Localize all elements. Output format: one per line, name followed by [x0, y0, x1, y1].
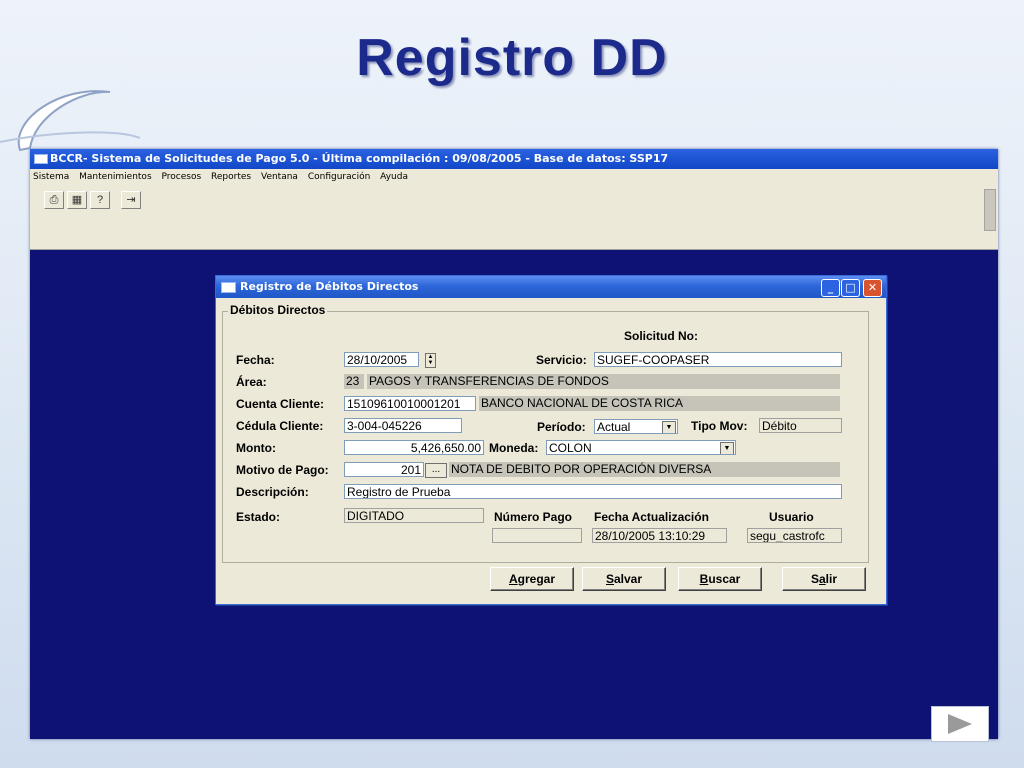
- servicio-label: Servicio:: [536, 353, 587, 367]
- area-name: PAGOS Y TRANSFERENCIAS DE FONDOS: [367, 374, 840, 389]
- cedula-label: Cédula Cliente:: [236, 419, 324, 433]
- printer-icon[interactable]: ⎙: [44, 191, 64, 209]
- numero-pago-field: [492, 528, 582, 543]
- fecha-field[interactable]: 28/10/2005: [344, 352, 419, 367]
- app-window: BCCR- Sistema de Solicitudes de Pago 5.0…: [30, 149, 998, 739]
- dialog-title: Registro de Débitos Directos: [240, 280, 419, 293]
- menu-mantenimientos[interactable]: Mantenimientos: [79, 172, 152, 182]
- app-titlebar: BCCR- Sistema de Solicitudes de Pago 5.0…: [30, 149, 998, 169]
- menubar: Sistema Mantenimientos Procesos Reportes…: [30, 169, 998, 185]
- toolbar: ⎙ ▦ ? ⇥: [30, 185, 998, 250]
- window-icon: [221, 282, 236, 293]
- motivo-label: Motivo de Pago:: [236, 463, 329, 477]
- chevron-down-icon[interactable]: ▼: [720, 442, 734, 454]
- menu-configuracion[interactable]: Configuración: [308, 172, 370, 182]
- area-label: Área:: [236, 375, 267, 389]
- close-icon[interactable]: ✕: [863, 279, 882, 297]
- moneda-label: Moneda:: [489, 441, 539, 455]
- solicitud-label: Solicitud No:: [624, 329, 698, 343]
- group-debitos: [222, 311, 869, 563]
- buscar-button[interactable]: Buscar: [678, 567, 762, 591]
- descripcion-label: Descripción:: [236, 485, 309, 499]
- menu-ayuda[interactable]: Ayuda: [380, 172, 408, 182]
- date-spinner-icon[interactable]: ▲ ▼: [425, 353, 436, 368]
- estado-field: DIGITADO: [344, 508, 484, 523]
- dialog-registro-debitos: Registro de Débitos Directos _ □ ✕ Débit…: [215, 275, 887, 605]
- play-arrow-icon: [948, 714, 972, 734]
- usuario-field: segu_castrofc: [747, 528, 842, 543]
- monto-field[interactable]: 5,426,650.00: [344, 440, 484, 455]
- moneda-select[interactable]: COLON ▼: [546, 440, 736, 455]
- slide-title: Registro DD: [356, 29, 668, 87]
- usuario-label: Usuario: [769, 510, 814, 524]
- menu-ventana[interactable]: Ventana: [261, 172, 298, 182]
- salvar-button[interactable]: Salvar: [582, 567, 666, 591]
- cedula-field[interactable]: 3-004-045226: [344, 418, 462, 433]
- periodo-select[interactable]: Actual ▼: [594, 419, 678, 434]
- fecha-act-label: Fecha Actualización: [594, 510, 709, 524]
- moneda-value: COLON: [549, 441, 592, 455]
- menu-procesos[interactable]: Procesos: [162, 172, 202, 182]
- tipomov-label: Tipo Mov:: [691, 419, 748, 433]
- fecha-act-field: 28/10/2005 13:10:29: [592, 528, 727, 543]
- motivo-desc: NOTA DE DEBITO POR OPERACIÓN DIVERSA: [449, 462, 840, 477]
- exit-icon[interactable]: ⇥: [121, 191, 141, 209]
- logo-swoosh: [0, 90, 140, 152]
- tipomov-field: Débito: [759, 418, 842, 433]
- descripcion-field[interactable]: Registro de Prueba: [344, 484, 842, 499]
- chevron-down-icon[interactable]: ▼: [662, 421, 676, 433]
- monto-label: Monto:: [236, 441, 276, 455]
- maximize-icon[interactable]: □: [841, 279, 860, 297]
- window-icon: [34, 154, 48, 164]
- preview-icon[interactable]: ▦: [67, 191, 87, 209]
- app-title: BCCR- Sistema de Solicitudes de Pago 5.0…: [50, 152, 669, 165]
- menu-reportes[interactable]: Reportes: [211, 172, 251, 182]
- toolbar-scrollbar[interactable]: [984, 189, 996, 231]
- periodo-label: Período:: [537, 420, 586, 434]
- minimize-icon[interactable]: _: [821, 279, 840, 297]
- salir-button[interactable]: Salir: [782, 567, 866, 591]
- fecha-label: Fecha:: [236, 353, 275, 367]
- cuenta-label: Cuenta Cliente:: [236, 397, 325, 411]
- numero-pago-label: Número Pago: [494, 510, 573, 524]
- banco-name: BANCO NACIONAL DE COSTA RICA: [479, 396, 840, 411]
- motivo-lookup-button[interactable]: ...: [425, 463, 447, 478]
- next-slide-button[interactable]: [931, 706, 989, 742]
- estado-label: Estado:: [236, 510, 281, 524]
- servicio-field[interactable]: SUGEF-COOPASER: [594, 352, 842, 367]
- help-icon[interactable]: ?: [90, 191, 110, 209]
- cuenta-field[interactable]: 15109610010001201: [344, 396, 476, 411]
- menu-sistema[interactable]: Sistema: [33, 172, 69, 182]
- periodo-value: Actual: [597, 420, 631, 434]
- motivo-code[interactable]: 201: [344, 462, 424, 477]
- group-legend: Débitos Directos: [228, 303, 328, 317]
- area-code: 23: [344, 374, 364, 389]
- agregar-button[interactable]: Agregar: [490, 567, 574, 591]
- dialog-titlebar: Registro de Débitos Directos _ □ ✕: [216, 276, 886, 298]
